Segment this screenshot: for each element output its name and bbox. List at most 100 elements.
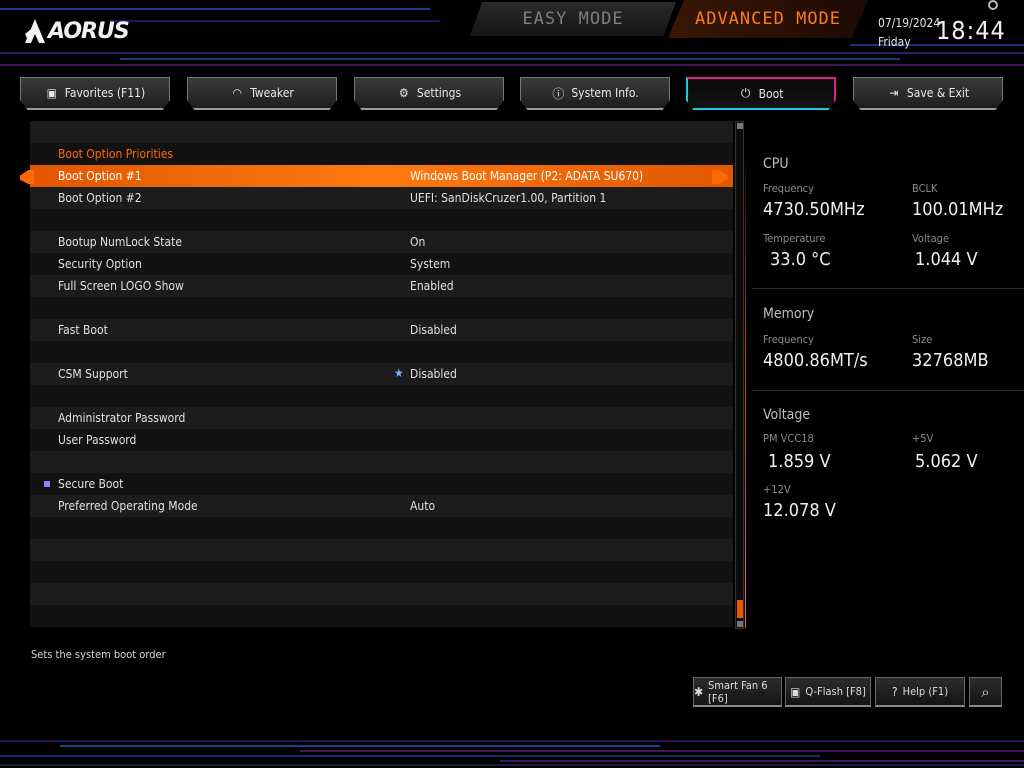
tab-tweaker-label: Tweaker bbox=[250, 86, 294, 100]
tab-tweaker[interactable]: ◠ Tweaker bbox=[187, 77, 337, 110]
scroll-thumb[interactable] bbox=[737, 600, 743, 618]
advanced-mode-label: ADVANCED MODE bbox=[694, 9, 842, 29]
empty-row bbox=[30, 385, 733, 407]
exit-icon: ⇥ bbox=[889, 86, 899, 100]
plus12v-label: +12V bbox=[763, 483, 791, 496]
tab-favorites-label: Favorites (F11) bbox=[64, 86, 146, 100]
setting-label: Boot Option #1 bbox=[58, 169, 142, 183]
bclk-label: BCLK bbox=[912, 182, 938, 195]
tab-settings-label: Settings bbox=[416, 86, 462, 100]
plus5v-value: 5.062 V bbox=[915, 451, 978, 472]
tab-save-exit-label: Save & Exit bbox=[906, 86, 970, 100]
easy-mode-button[interactable]: EASY MODE bbox=[470, 2, 676, 36]
info-icon: ⓘ bbox=[552, 86, 565, 101]
setting-value[interactable]: Windows Boot Manager (P2: ADATA SU670) bbox=[410, 165, 643, 187]
gear-icon: ⚙ bbox=[399, 86, 409, 100]
setting-label: Boot Option #2 bbox=[58, 191, 142, 205]
cpu-voltage-label: Voltage bbox=[912, 232, 950, 245]
section-title: Boot Option Priorities bbox=[58, 147, 174, 161]
setting-label: User Password bbox=[58, 433, 137, 447]
tab-boot-label: Boot bbox=[758, 86, 784, 101]
cpu-temperature-value: 33.0 °C bbox=[770, 249, 831, 270]
advanced-mode-button[interactable]: ADVANCED MODE bbox=[668, 0, 868, 38]
aorus-wing-icon bbox=[25, 19, 45, 43]
chip-icon: ▣ bbox=[790, 684, 801, 699]
aorus-logo: AORUS bbox=[24, 16, 130, 46]
setting-label: Full Screen LOGO Show bbox=[58, 279, 184, 293]
empty-row bbox=[30, 561, 733, 583]
setting-label: Administrator Password bbox=[58, 411, 186, 425]
date-display: 07/19/2024 Friday bbox=[878, 14, 940, 52]
memory-frequency-value: 4800.86MT/s bbox=[763, 350, 868, 371]
power-icon: ⏻ bbox=[740, 86, 751, 100]
setting-value[interactable]: UEFI: SanDiskCruzer1.00, Partition 1 bbox=[410, 187, 606, 209]
favorite-star-icon[interactable]: ★ bbox=[394, 362, 404, 384]
selection-marker-left bbox=[20, 170, 34, 184]
empty-row bbox=[30, 297, 733, 319]
accent-line bbox=[745, 140, 746, 628]
settings-gear-icon[interactable] bbox=[988, 0, 998, 10]
setting-value[interactable]: Auto bbox=[410, 495, 435, 517]
search-button[interactable]: ⌕ bbox=[969, 677, 1002, 707]
setting-value[interactable]: On bbox=[410, 231, 425, 253]
memory-size-label: Size bbox=[912, 333, 933, 346]
pm-vcc18-value: 1.859 V bbox=[768, 451, 831, 472]
user-password-row[interactable]: User Password bbox=[30, 429, 733, 451]
secure-boot-row[interactable]: Secure Boot bbox=[30, 473, 733, 495]
help-label: Help (F1) bbox=[902, 685, 949, 698]
boot-option-2-row[interactable]: Boot Option #2 UEFI: SanDiskCruzer1.00, … bbox=[30, 187, 733, 209]
scroll-down-arrow[interactable] bbox=[737, 621, 743, 627]
gauge-icon: ◠ bbox=[232, 86, 242, 100]
setting-value[interactable]: Enabled bbox=[410, 275, 454, 297]
tab-system-info-label: System Info. bbox=[571, 86, 639, 100]
boot-option-1-row[interactable]: Boot Option #1 Windows Boot Manager (P2:… bbox=[30, 165, 733, 187]
boot-settings-panel: Boot Option Priorities Boot Option #1 Wi… bbox=[30, 121, 733, 627]
security-option-row[interactable]: Security Option System bbox=[30, 253, 733, 275]
setting-value[interactable]: Disabled bbox=[410, 363, 457, 385]
setting-label: CSM Support bbox=[58, 367, 128, 381]
logo-text: AORUS bbox=[48, 18, 130, 44]
tab-save-exit[interactable]: ⇥ Save & Exit bbox=[853, 77, 1003, 110]
plus5v-label: +5V bbox=[912, 432, 934, 445]
fast-boot-row[interactable]: Fast Boot Disabled bbox=[30, 319, 733, 341]
empty-row bbox=[30, 121, 733, 143]
empty-row bbox=[30, 209, 733, 231]
logo-show-row[interactable]: Full Screen LOGO Show Enabled bbox=[30, 275, 733, 297]
admin-password-row[interactable]: Administrator Password bbox=[30, 407, 733, 429]
memory-frequency-label: Frequency bbox=[763, 333, 815, 346]
easy-mode-label: EASY MODE bbox=[522, 9, 624, 29]
setting-value[interactable]: Disabled bbox=[410, 319, 457, 341]
footer-decoration bbox=[0, 735, 1024, 768]
setting-label: Secure Boot bbox=[58, 477, 124, 491]
voltage-title: Voltage bbox=[763, 407, 811, 423]
csm-support-row[interactable]: CSM Support ★ Disabled bbox=[30, 363, 733, 385]
empty-row bbox=[30, 539, 733, 561]
setting-value[interactable]: System bbox=[410, 253, 450, 275]
tab-system-info[interactable]: ⓘ System Info. bbox=[520, 77, 670, 110]
pm-vcc18-label: PM VCC18 bbox=[763, 432, 814, 445]
setting-label: Bootup NumLock State bbox=[58, 235, 183, 249]
day-text: Friday bbox=[878, 35, 911, 49]
scroll-up-arrow[interactable] bbox=[737, 123, 743, 129]
submenu-bullet-icon bbox=[44, 481, 50, 487]
memory-title: Memory bbox=[763, 306, 815, 322]
date-text: 07/19/2024 bbox=[878, 16, 941, 30]
fan-icon: ✱ bbox=[694, 684, 704, 699]
tab-settings[interactable]: ⚙ Settings bbox=[354, 77, 504, 110]
scrollbar[interactable] bbox=[735, 121, 744, 629]
hardware-monitor: CPU Frequency 4730.50MHz BCLK 100.01MHz … bbox=[752, 140, 1024, 540]
empty-row bbox=[30, 605, 733, 627]
preferred-os-mode-row[interactable]: Preferred Operating Mode Auto bbox=[30, 495, 733, 517]
help-button[interactable]: ? Help (F1) bbox=[875, 677, 965, 707]
setting-label: Preferred Operating Mode bbox=[58, 499, 198, 513]
divider bbox=[752, 390, 1024, 391]
divider bbox=[752, 288, 1024, 289]
numlock-row[interactable]: Bootup NumLock State On bbox=[30, 231, 733, 253]
main-tabs: ▣ Favorites (F11) ◠ Tweaker ⚙ Settings ⓘ… bbox=[20, 77, 1004, 111]
tab-boot[interactable]: ⏻ Boot bbox=[686, 77, 836, 110]
favorites-icon: ▣ bbox=[46, 86, 57, 100]
qflash-button[interactable]: ▣ Q-Flash [F8] bbox=[785, 677, 871, 707]
tab-favorites[interactable]: ▣ Favorites (F11) bbox=[20, 77, 170, 110]
help-icon: ? bbox=[891, 684, 898, 699]
smart-fan-button[interactable]: ✱ Smart Fan 6 [F6] bbox=[693, 677, 782, 707]
